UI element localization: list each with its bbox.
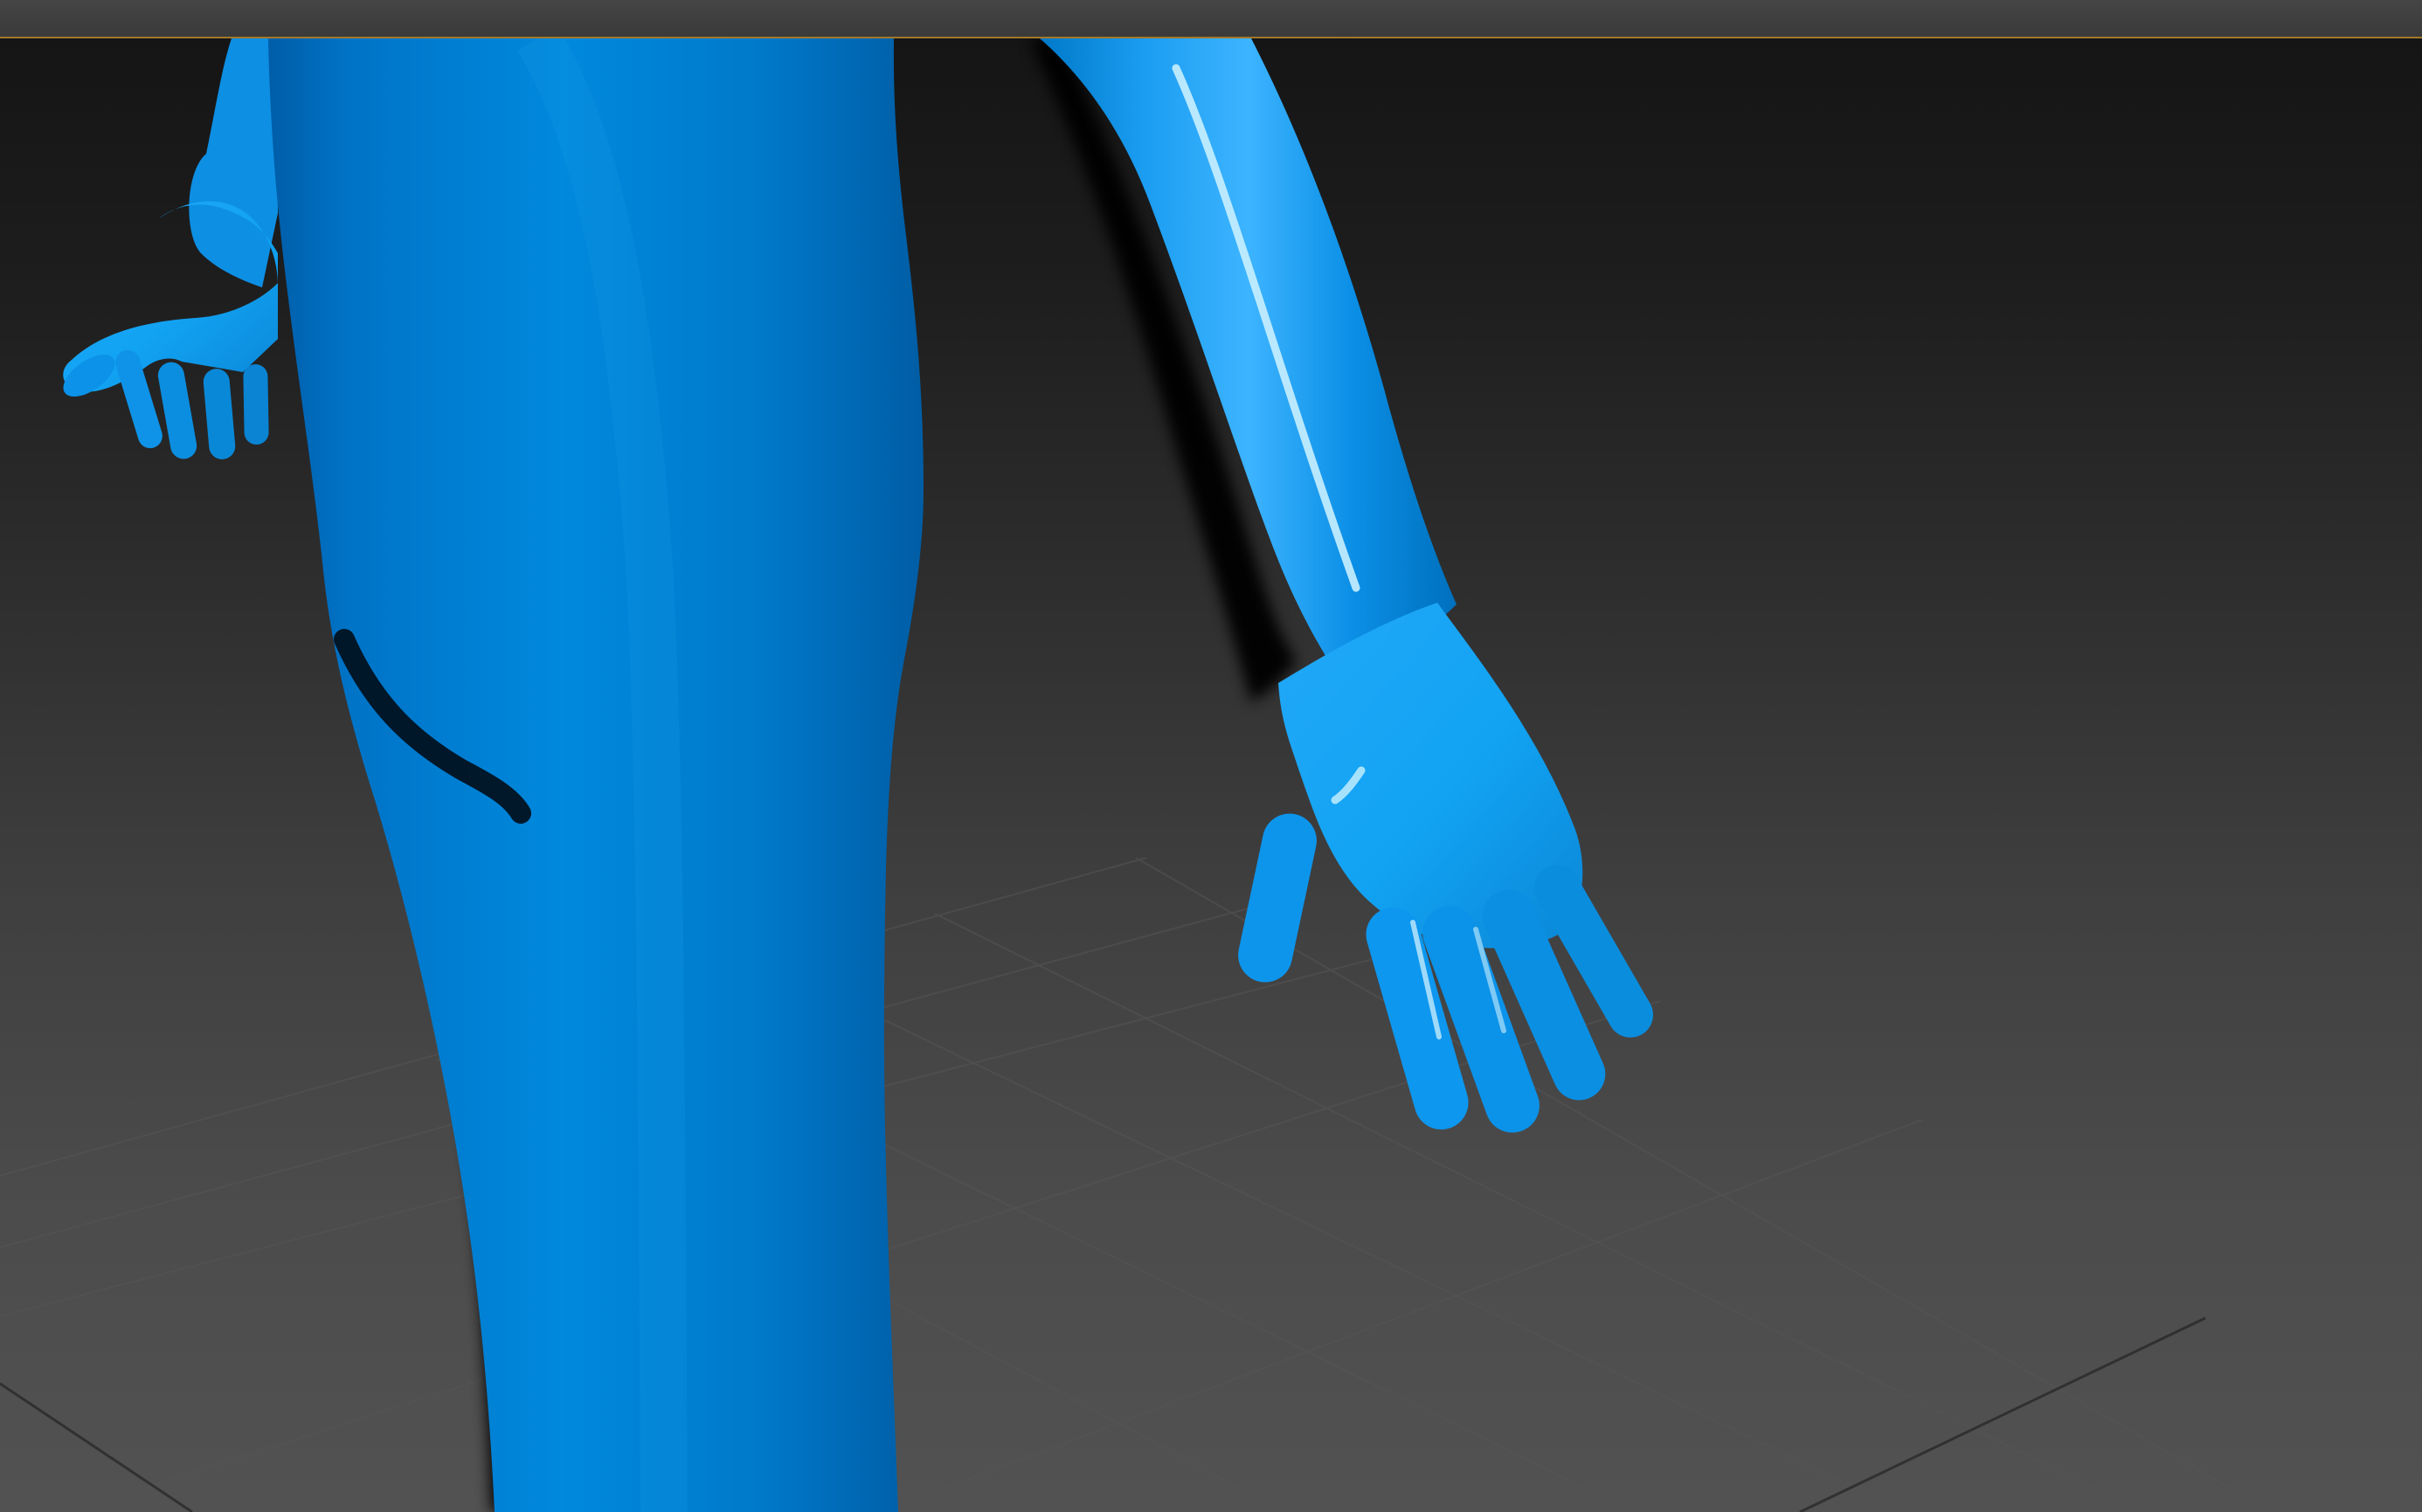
front-arm-group bbox=[1029, 38, 1653, 1133]
viewport-header-bar bbox=[0, 0, 2422, 38]
rear-arm-sleeve bbox=[189, 38, 278, 287]
grid-line bbox=[882, 1119, 1923, 1512]
3d-perspective-viewport[interactable] bbox=[0, 38, 2422, 1512]
grid-floor bbox=[0, 857, 2273, 1512]
3d-scene-canvas[interactable] bbox=[0, 38, 2422, 1512]
rear-finger bbox=[203, 369, 236, 459]
rear-finger bbox=[243, 364, 269, 445]
rear-finger bbox=[157, 362, 197, 459]
front-thumb bbox=[1238, 813, 1317, 983]
3d-viewport-window bbox=[0, 0, 2422, 1512]
main-leg-group bbox=[268, 38, 924, 1512]
rear-hand-group bbox=[63, 38, 278, 459]
grid-line bbox=[1135, 857, 2273, 1512]
rear-finger bbox=[115, 349, 163, 449]
grid-line bbox=[0, 1382, 193, 1512]
grid-line bbox=[1799, 1316, 2206, 1512]
grid-line bbox=[768, 963, 1906, 1512]
